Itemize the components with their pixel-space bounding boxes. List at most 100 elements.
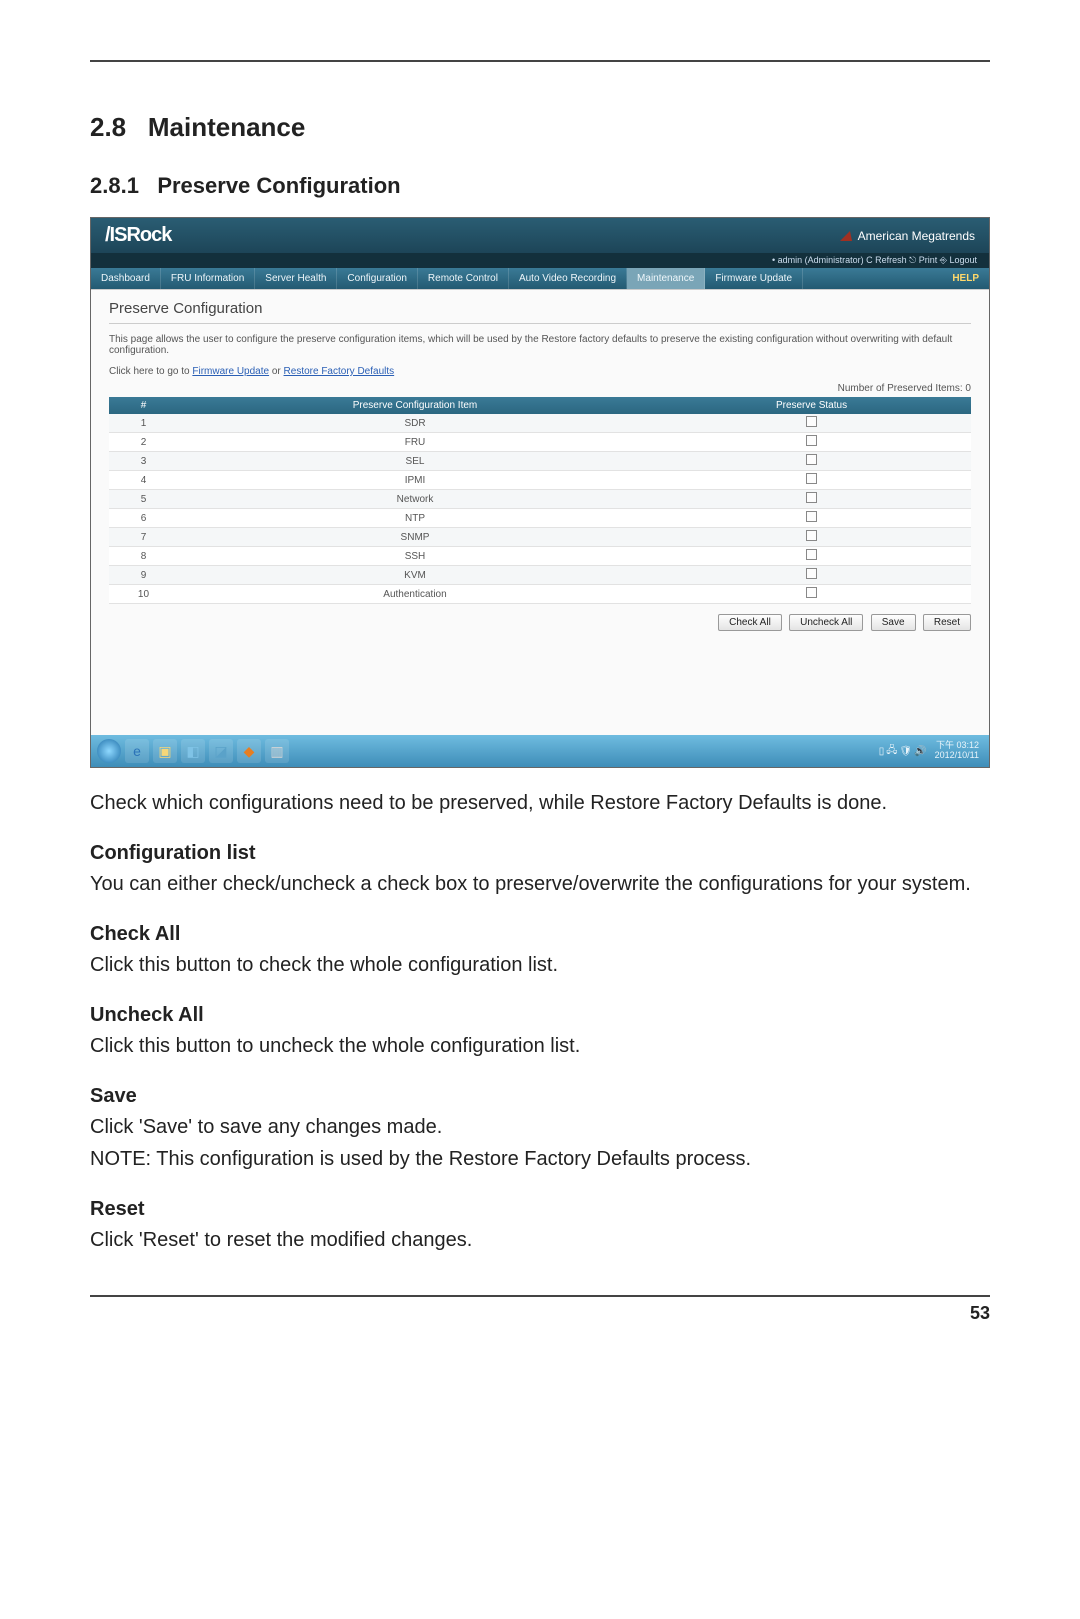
section-title-text: Maintenance	[148, 112, 306, 142]
nav-firmware-update[interactable]: Firmware Update	[705, 268, 803, 289]
preserve-checkbox[interactable]	[806, 492, 817, 503]
nav-server-health[interactable]: Server Health	[255, 268, 337, 289]
screenshot-body: Preserve Configuration This page allows …	[91, 290, 989, 735]
cell-index: 9	[109, 566, 178, 585]
taskbar-left: e ▣ ◧ ◪ ◆ ▥	[97, 739, 289, 763]
app-icon-1[interactable]: ◧	[181, 739, 205, 763]
embedded-screenshot: /ISRock American Megatrends • admin (Adm…	[90, 217, 990, 768]
preserved-count: Number of Preserved Items: 0	[109, 383, 971, 394]
ami-arrow-icon	[840, 231, 852, 241]
start-orb-icon[interactable]	[97, 739, 121, 763]
config-table: # Preserve Configuration Item Preserve S…	[109, 397, 971, 604]
intro-paragraph: Check which configurations need to be pr…	[90, 788, 990, 818]
heading-check-all: Check All	[90, 923, 990, 946]
uncheck-all-button[interactable]: Uncheck All	[789, 614, 863, 631]
para-save-note: NOTE: This configuration is used by the …	[90, 1144, 990, 1174]
preserve-checkbox[interactable]	[806, 416, 817, 427]
ie-icon[interactable]: e	[125, 739, 149, 763]
cell-status	[652, 509, 971, 528]
section-number: 2.8	[90, 112, 126, 142]
subsection-heading: 2.8.1 Preserve Configuration	[90, 173, 990, 199]
screenshot-taskbar: e ▣ ◧ ◪ ◆ ▥ ▯ 🖧 🛡 🔊 下午 03:12 2012/10/11	[91, 735, 989, 767]
cell-index: 7	[109, 528, 178, 547]
preserve-checkbox[interactable]	[806, 568, 817, 579]
table-row: 6NTP	[109, 509, 971, 528]
cell-status	[652, 585, 971, 604]
cell-index: 10	[109, 585, 178, 604]
cell-status	[652, 414, 971, 433]
preserve-checkbox[interactable]	[806, 511, 817, 522]
nav-auto-video[interactable]: Auto Video Recording	[509, 268, 627, 289]
nav-dashboard[interactable]: Dashboard	[91, 268, 161, 289]
cell-status	[652, 566, 971, 585]
preserve-checkbox[interactable]	[806, 435, 817, 446]
preserve-checkbox[interactable]	[806, 587, 817, 598]
preserve-checkbox[interactable]	[806, 549, 817, 560]
cell-item: FRU	[178, 433, 652, 452]
para-check-all: Click this button to check the whole con…	[90, 950, 990, 980]
page-footer: 53	[90, 1295, 990, 1324]
preserve-checkbox[interactable]	[806, 530, 817, 541]
screenshot-nav: Dashboard FRU Information Server Health …	[91, 268, 989, 290]
table-row: 1SDR	[109, 414, 971, 433]
screenshot-links: Click here to go to Firmware Update or R…	[109, 366, 971, 377]
tray-icon: 🖧	[886, 743, 897, 760]
app-icon-2[interactable]: ◪	[209, 739, 233, 763]
links-prefix: Click here to go to	[109, 366, 192, 377]
cell-item: KVM	[178, 566, 652, 585]
explorer-icon[interactable]: ▣	[153, 739, 177, 763]
nav-maintenance[interactable]: Maintenance	[627, 268, 705, 289]
reset-button[interactable]: Reset	[923, 614, 971, 631]
cell-index: 8	[109, 547, 178, 566]
tray-icon: 🛡	[899, 746, 912, 757]
table-row: 4IPMI	[109, 471, 971, 490]
heading-uncheck-all: Uncheck All	[90, 1004, 990, 1027]
preserve-checkbox[interactable]	[806, 473, 817, 484]
th-status: Preserve Status	[652, 397, 971, 414]
screenshot-buttons: Check All Uncheck All Save Reset	[109, 614, 971, 631]
save-button[interactable]: Save	[871, 614, 916, 631]
cell-status	[652, 547, 971, 566]
cell-status	[652, 433, 971, 452]
links-sep: or	[272, 366, 284, 377]
app-icon-3[interactable]: ◆	[237, 739, 261, 763]
cell-item: Network	[178, 490, 652, 509]
ami-brand: American Megatrends	[840, 229, 975, 243]
link-firmware-update[interactable]: Firmware Update	[192, 366, 269, 377]
cell-index: 2	[109, 433, 178, 452]
cell-item: NTP	[178, 509, 652, 528]
cell-index: 3	[109, 452, 178, 471]
th-index: #	[109, 397, 178, 414]
nav-configuration[interactable]: Configuration	[337, 268, 417, 289]
table-row: 5Network	[109, 490, 971, 509]
cell-status	[652, 528, 971, 547]
table-row: 10Authentication	[109, 585, 971, 604]
tray-icon: ▯	[879, 746, 885, 757]
cell-item: IPMI	[178, 471, 652, 490]
check-all-button[interactable]: Check All	[718, 614, 782, 631]
link-restore-defaults[interactable]: Restore Factory Defaults	[284, 366, 395, 377]
table-row: 9KVM	[109, 566, 971, 585]
taskbar-date: 2012/10/11	[935, 751, 979, 761]
table-row: 3SEL	[109, 452, 971, 471]
nav-fru-info[interactable]: FRU Information	[161, 268, 255, 289]
table-row: 2FRU	[109, 433, 971, 452]
para-uncheck-all: Click this button to uncheck the whole c…	[90, 1031, 990, 1061]
table-row: 7SNMP	[109, 528, 971, 547]
app-icon-4[interactable]: ▥	[265, 739, 289, 763]
nav-help[interactable]: HELP	[942, 268, 989, 289]
preserve-checkbox[interactable]	[806, 454, 817, 465]
heading-save: Save	[90, 1085, 990, 1108]
cell-status	[652, 471, 971, 490]
screenshot-topbar: • admin (Administrator) C Refresh ⎋ Prin…	[91, 253, 989, 268]
para-reset: Click 'Reset' to reset the modified chan…	[90, 1225, 990, 1255]
brand-logo: /ISRock	[105, 224, 171, 247]
taskbar-clock: 下午 03:12 2012/10/11	[935, 741, 983, 761]
cell-index: 1	[109, 414, 178, 433]
top-rule	[90, 60, 990, 62]
nav-remote-control[interactable]: Remote Control	[418, 268, 509, 289]
cell-index: 4	[109, 471, 178, 490]
tray-icon: 🔊	[914, 746, 926, 757]
cell-status	[652, 490, 971, 509]
para-save: Click 'Save' to save any changes made.	[90, 1112, 990, 1142]
